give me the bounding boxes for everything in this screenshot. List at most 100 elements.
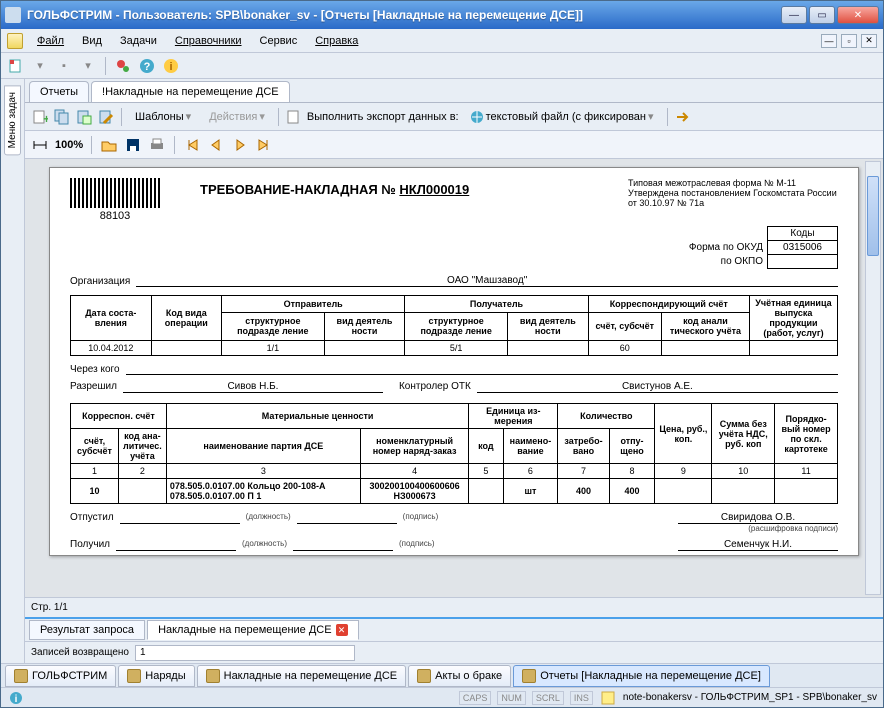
via-label: Через кого	[70, 364, 120, 375]
statusbar: i CAPS NUM SCRL INS note-bonakersv - ГОЛ…	[1, 687, 883, 707]
stack-icon[interactable]: ▪	[55, 57, 73, 75]
scrl-indicator: SCRL	[532, 691, 564, 705]
pager-bar: Стр. 1/1	[25, 597, 883, 617]
brand-icon	[7, 33, 23, 49]
menu-service[interactable]: Сервис	[252, 32, 306, 50]
codes-box: Коды Форма по ОКУД0315006 по ОКПО	[683, 226, 838, 269]
ftab-reports[interactable]: Отчеты [Накладные на перемещение ДСЕ]	[513, 665, 770, 687]
bottom-app-label: note-bonakersv - ГОЛЬФСТРИМ_SP1 - SPB\bo…	[623, 692, 877, 703]
ftab-golf[interactable]: ГОЛЬФСТРИМ	[5, 665, 116, 687]
top-tabs: Отчеты !Накладные на перемещение ДСЕ	[25, 79, 883, 103]
menubar: Файл Вид Задачи Справочники Сервис Справ…	[1, 29, 883, 53]
golf-icon	[14, 669, 28, 683]
app-icon	[5, 7, 21, 23]
ins-indicator: INS	[570, 691, 593, 705]
fit-width-icon[interactable]	[31, 136, 49, 154]
footer-tabs: ГОЛЬФСТРИМ Наряды Накладные на перемещен…	[1, 663, 883, 687]
main-table-1: Дата соста-вления Код вида операции Отпр…	[70, 295, 838, 356]
maximize-button[interactable]: ▭	[809, 6, 835, 24]
svg-text:i: i	[169, 61, 172, 73]
tab-waybills[interactable]: !Накладные на перемещение ДСЕ	[91, 81, 290, 102]
defects-icon	[417, 669, 431, 683]
copy-icon[interactable]	[53, 108, 71, 126]
released-name: Свиридова О.В.	[678, 512, 838, 524]
first-page-icon[interactable]	[183, 136, 201, 154]
toolbar-sub1: + Шаблоны ▾ Действия ▾ Выполнить экспорт…	[25, 103, 883, 131]
tray-note-icon[interactable]	[599, 689, 617, 707]
ctrl-label: Контролер ОТК	[399, 381, 471, 393]
edit-icon[interactable]	[97, 108, 115, 126]
app-window: ГОЛЬФСТРИМ - Пользователь: SPB\bonaker_s…	[0, 0, 884, 708]
table1-row: 10.04.2012 1/1 5/1 60	[71, 341, 838, 356]
help-icon[interactable]: ?	[138, 57, 156, 75]
zoom-value: 100%	[55, 139, 83, 151]
menu-file[interactable]: Файл	[29, 32, 72, 50]
actions-dropdown[interactable]: Действия ▾	[202, 107, 272, 126]
sidebar-tab-tasks[interactable]: Меню задач	[4, 85, 21, 155]
org-name: ОАО "Машзавод"	[136, 275, 838, 287]
ftab-orders[interactable]: Наряды	[118, 665, 194, 687]
dropdown-icon-2[interactable]: ▾	[79, 57, 97, 75]
ctrl-value: Свистунов А.Е.	[477, 381, 838, 393]
via-value	[126, 364, 838, 375]
globe-icon	[470, 110, 484, 124]
mdi-close-button[interactable]: ✕	[861, 34, 877, 48]
orders-icon	[127, 669, 141, 683]
waybills-icon	[206, 669, 220, 683]
titlebar: ГОЛЬФСТРИМ - Пользователь: SPB\bonaker_s…	[1, 1, 883, 29]
report-page: 88103 ТРЕБОВАНИЕ-НАКЛАДНАЯ № НКЛ000019 Т…	[49, 167, 859, 556]
scrollbar-thumb[interactable]	[867, 176, 879, 256]
bottom-tabs: Результат запроса Накладные на перемещен…	[25, 617, 883, 641]
export-doc-icon[interactable]	[285, 108, 303, 126]
prev-page-icon[interactable]	[207, 136, 225, 154]
report-viewport[interactable]: 88103 ТРЕБОВАНИЕ-НАКЛАДНАЯ № НКЛ000019 Т…	[25, 159, 883, 597]
export-format-dropdown[interactable]: текстовый файл (с фиксирован ▾	[463, 107, 661, 127]
tab-reports[interactable]: Отчеты	[29, 81, 89, 102]
svg-text:+: +	[43, 112, 48, 125]
minimize-button[interactable]: —	[781, 6, 807, 24]
btab-result[interactable]: Результат запроса	[29, 620, 145, 640]
save-icon[interactable]	[124, 136, 142, 154]
open-icon[interactable]	[100, 136, 118, 154]
org-label: Организация	[70, 276, 130, 287]
vertical-scrollbar[interactable]	[865, 161, 881, 595]
ftab-waybills[interactable]: Накладные на перемещение ДСЕ	[197, 665, 407, 687]
next-page-icon[interactable]	[231, 136, 249, 154]
run-export-icon[interactable]	[674, 108, 692, 126]
toolbar-primary: ▾ ▪ ▾ ? i	[1, 53, 883, 79]
reports-icon	[522, 669, 536, 683]
mdi-restore-button[interactable]: ▫	[841, 34, 857, 48]
table2-row: 10 078.505.0.0107.00 Кольцо 200-108-А 07…	[71, 479, 838, 504]
menu-view[interactable]: Вид	[74, 32, 110, 50]
menu-tasks[interactable]: Задачи	[112, 32, 165, 50]
tab-close-icon[interactable]: ✕	[336, 624, 348, 636]
ftab-defects[interactable]: Акты о браке	[408, 665, 511, 687]
paste-icon[interactable]	[75, 108, 93, 126]
info-icon[interactable]: i	[162, 57, 180, 75]
mdi-minimize-button[interactable]: —	[821, 34, 837, 48]
allowed-value: Сивов Н.Б.	[123, 381, 383, 393]
gears-icon[interactable]	[114, 57, 132, 75]
menu-help[interactable]: Справка	[307, 32, 366, 50]
records-count-input[interactable]	[135, 645, 355, 661]
caps-indicator: CAPS	[459, 691, 492, 705]
num-indicator: NUM	[497, 691, 526, 705]
new-icon[interactable]	[7, 57, 25, 75]
records-status: Записей возвращено	[25, 641, 883, 663]
barcode: 88103	[70, 178, 160, 222]
last-page-icon[interactable]	[255, 136, 273, 154]
doc-add-icon[interactable]: +	[31, 108, 49, 126]
close-button[interactable]: ✕	[837, 6, 879, 24]
received-name: Семенчук Н.И.	[678, 539, 838, 551]
templates-dropdown[interactable]: Шаблоны ▾	[128, 107, 198, 126]
svg-text:?: ?	[144, 61, 151, 73]
btab-waybills[interactable]: Накладные на перемещение ДСЕ ✕	[147, 620, 359, 640]
window-title: ГОЛЬФСТРИМ - Пользователь: SPB\bonaker_s…	[27, 8, 781, 22]
doc-title: ТРЕБОВАНИЕ-НАКЛАДНАЯ № НКЛ000019	[200, 182, 618, 197]
status-info-icon[interactable]: i	[7, 689, 25, 707]
menu-refs[interactable]: Справочники	[167, 32, 250, 50]
main-table-2: Корреспон. счёт Материальные ценности Ед…	[70, 403, 838, 504]
dropdown-icon[interactable]: ▾	[31, 57, 49, 75]
records-label: Записей возвращено	[31, 647, 129, 658]
print-icon[interactable]	[148, 136, 166, 154]
